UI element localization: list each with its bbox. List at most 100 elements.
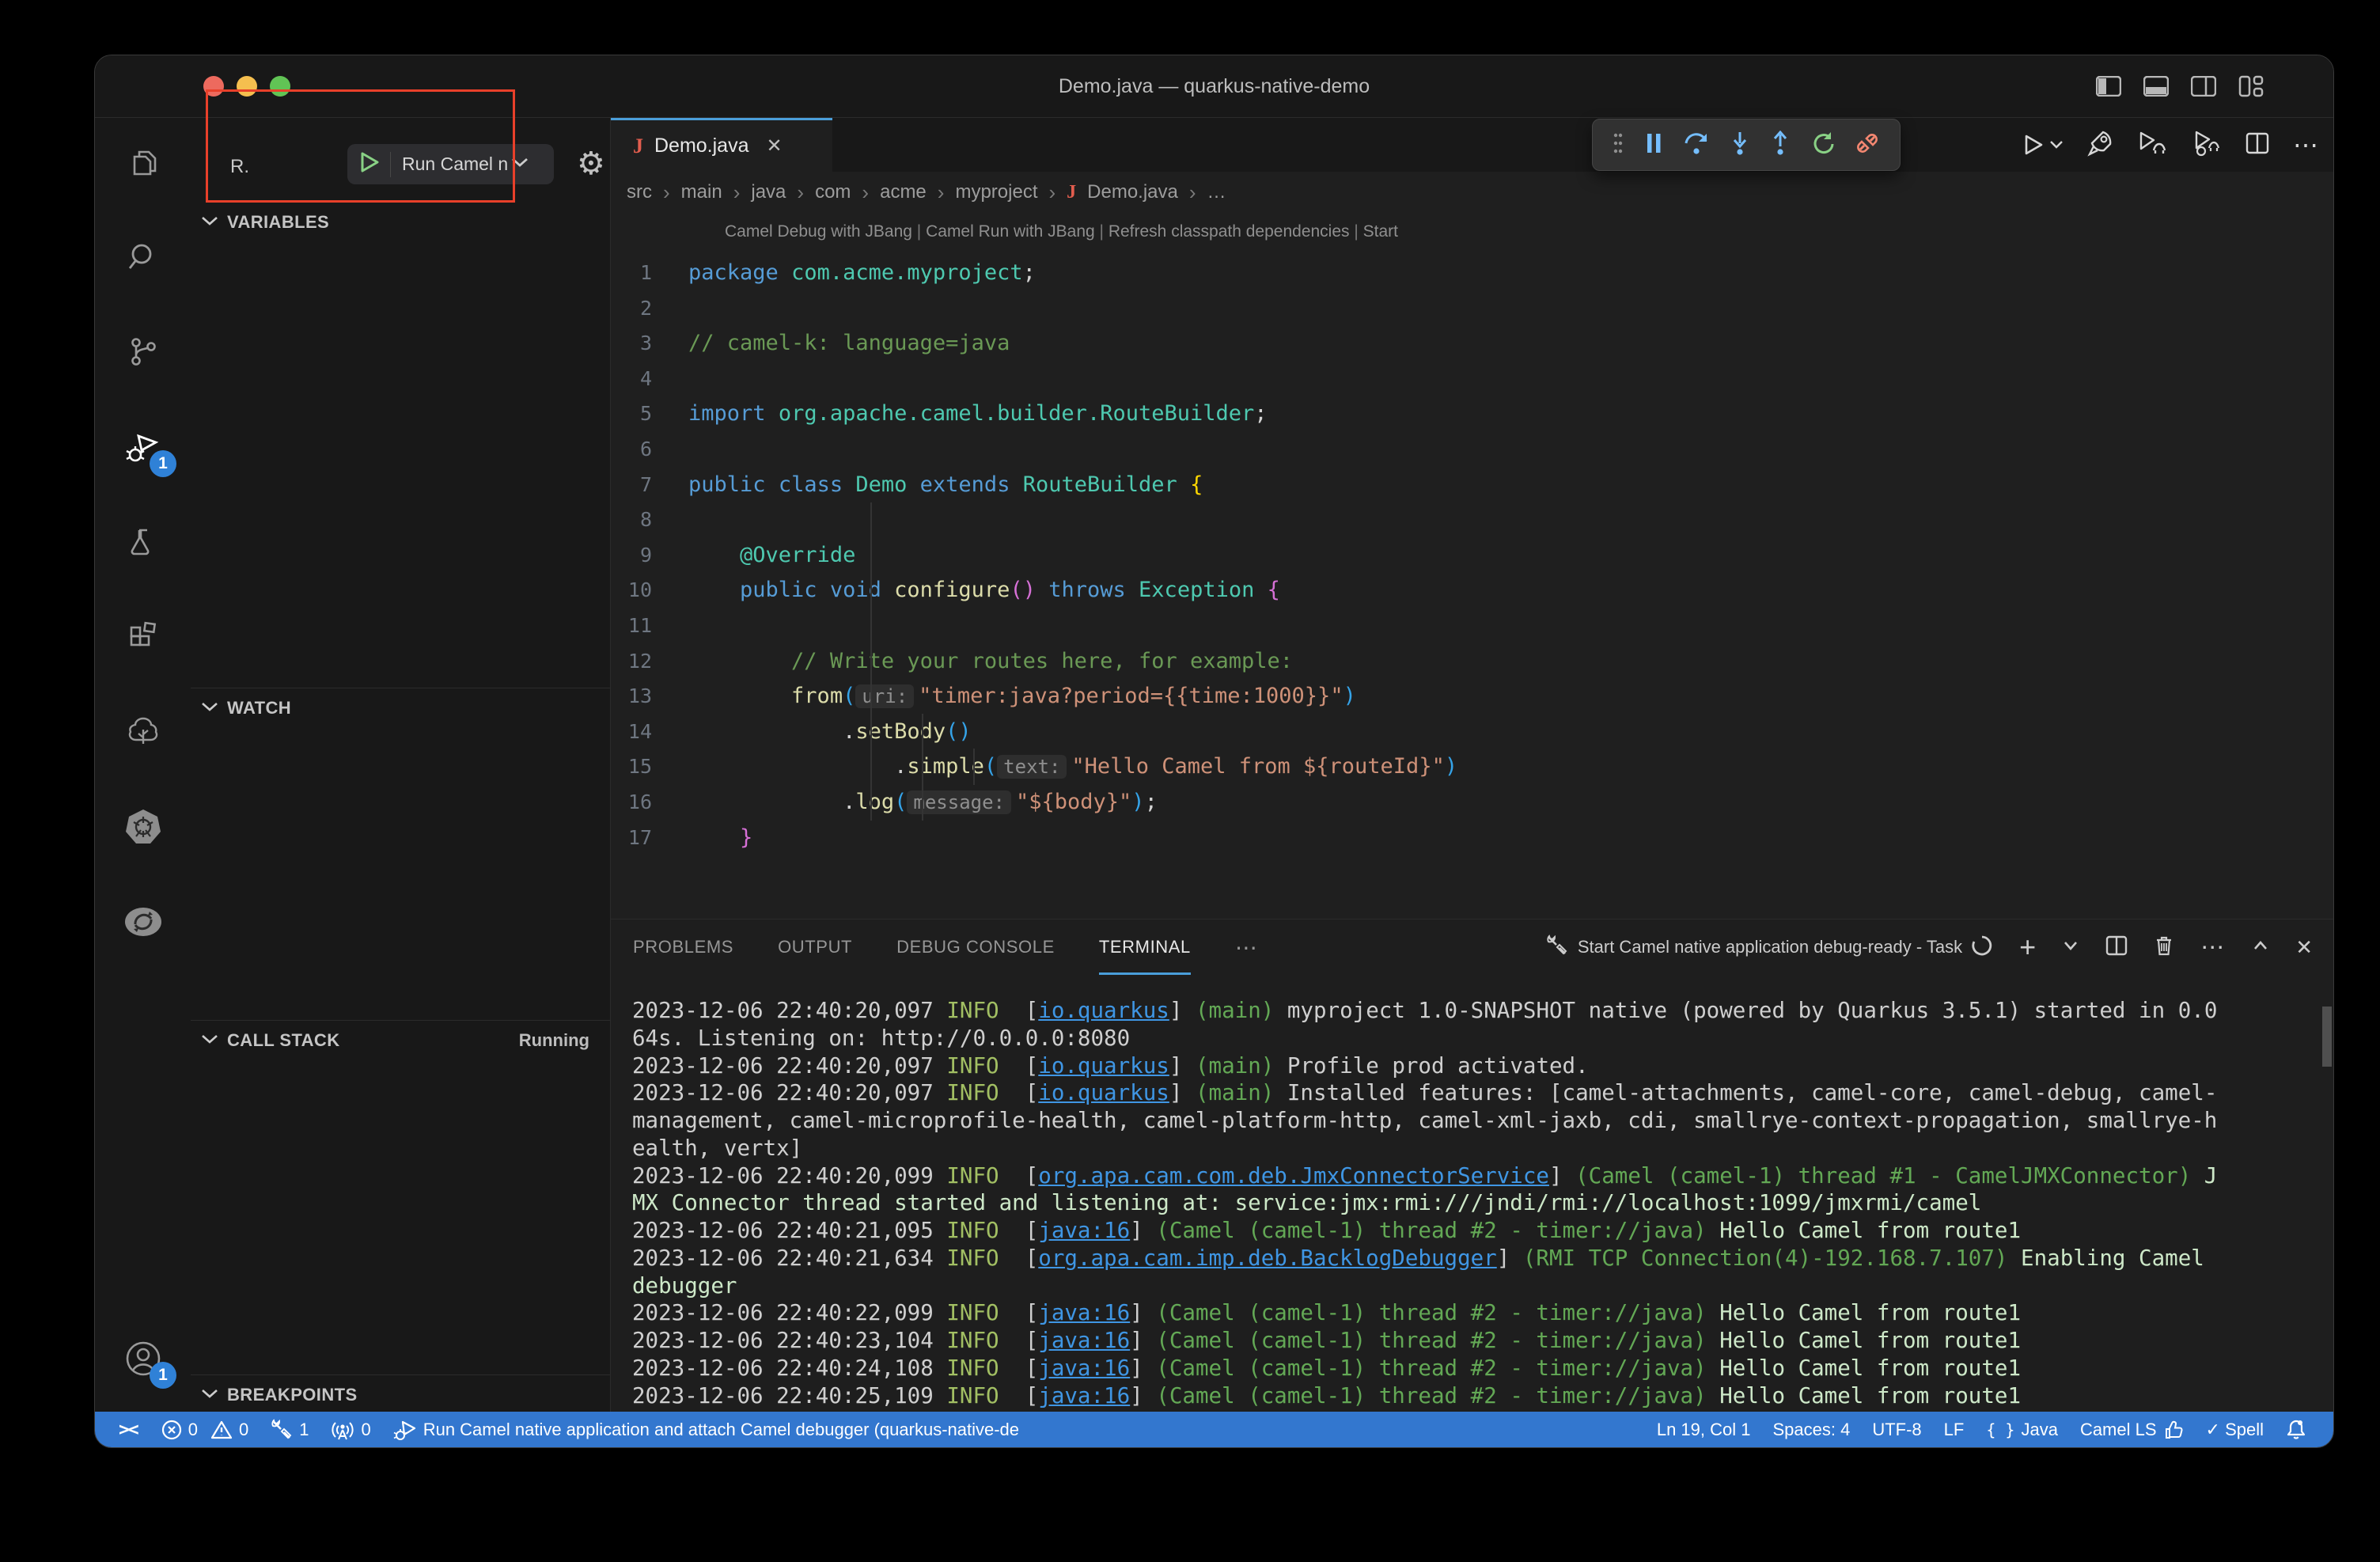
- close-panel-icon[interactable]: ✕: [2295, 935, 2313, 960]
- line-number: 11: [611, 608, 688, 644]
- step-into-icon[interactable]: [1730, 131, 1750, 160]
- encoding-item[interactable]: UTF-8: [1861, 1412, 1932, 1447]
- language-mode-item[interactable]: { } Java: [1975, 1412, 2069, 1447]
- section-call-stack[interactable]: CALL STACK Running: [191, 1022, 610, 1060]
- tab-terminal[interactable]: TERMINAL: [1099, 919, 1191, 975]
- new-terminal-icon[interactable]: +: [2019, 931, 2036, 964]
- ports-status-item[interactable]: 0: [320, 1412, 381, 1447]
- panel-more-actions-icon[interactable]: ⋯: [2200, 934, 2226, 961]
- step-over-icon[interactable]: [1683, 131, 1710, 160]
- panel-more-tabs-icon[interactable]: ⋯: [1235, 919, 1259, 975]
- terminal-dropdown-chevron-icon[interactable]: [2063, 940, 2079, 955]
- breadcrumb-item[interactable]: …: [1207, 181, 1226, 203]
- sidebar-item-project-tree[interactable]: [95, 694, 191, 773]
- step-out-icon[interactable]: [1770, 131, 1791, 160]
- codelens-links[interactable]: Camel Debug with JBang | Camel Run with …: [725, 222, 1398, 241]
- line-number: 14: [611, 715, 688, 750]
- sidebar-item-search[interactable]: [95, 219, 191, 298]
- toolbar-grip-icon[interactable]: [1613, 131, 1624, 159]
- restart-icon[interactable]: [1811, 131, 1835, 159]
- sidebar-item-run-and-debug[interactable]: 1: [95, 409, 191, 488]
- camel-run-icon[interactable]: [2138, 130, 2168, 161]
- tools-icon: [1546, 935, 1568, 961]
- status-bar: >< 0 0 1 0 Run Camel native appl: [95, 1412, 2333, 1447]
- configure-launch-gear-icon[interactable]: ⚙: [577, 142, 605, 186]
- notifications-bell-icon[interactable]: [2275, 1412, 2317, 1447]
- breadcrumb-separator-icon: ›: [797, 180, 804, 205]
- tab-output[interactable]: OUTPUT: [778, 919, 852, 975]
- customize-layout-icon[interactable]: [2238, 75, 2264, 97]
- error-icon: [161, 1420, 182, 1440]
- terminal-line: 2023-12-06 22:40:21,634 INFO [org.apa.ca…: [632, 1245, 2334, 1272]
- toggle-panel-icon[interactable]: [2143, 76, 2169, 97]
- section-watch[interactable]: WATCH: [191, 689, 610, 727]
- split-terminal-icon[interactable]: [2105, 935, 2128, 960]
- section-variables[interactable]: VARIABLES: [191, 203, 610, 241]
- run-java-icon[interactable]: [2022, 133, 2064, 157]
- code-editor[interactable]: 1package com.acme.myproject;23// camel-k…: [611, 256, 2333, 919]
- line-number: 7: [611, 468, 688, 503]
- breadcrumb-separator-icon: ›: [1189, 180, 1196, 205]
- terminal-output[interactable]: 2023-12-06 22:40:20,097 INFO [io.quarkus…: [632, 997, 2334, 1448]
- sidebar-item-accounts[interactable]: 1: [95, 1321, 191, 1400]
- breadcrumb-item[interactable]: java: [751, 181, 786, 203]
- editor-more-actions-icon[interactable]: ⋯: [2293, 130, 2321, 160]
- spell-checker-item[interactable]: ✓ Spell: [2195, 1412, 2275, 1447]
- section-breakpoints[interactable]: BREAKPOINTS: [191, 1376, 610, 1414]
- line-number: 10: [611, 573, 688, 608]
- breadcrumb-item[interactable]: Demo.java: [1087, 181, 1178, 203]
- indentation-item[interactable]: Spaces: 4: [1761, 1412, 1861, 1447]
- sidebar-item-extensions[interactable]: [95, 599, 191, 678]
- close-tab-icon[interactable]: ✕: [767, 135, 783, 157]
- code-line: 1package com.acme.myproject;: [611, 256, 2333, 291]
- terminal-scrollbar[interactable]: [2322, 1007, 2332, 1067]
- toggle-secondary-sidebar-icon[interactable]: [2191, 76, 2216, 97]
- problems-status-item[interactable]: 0 0: [150, 1412, 260, 1447]
- codelens-link[interactable]: Camel Run with JBang: [926, 222, 1095, 241]
- sidebar-item-testing[interactable]: [95, 504, 191, 583]
- breadcrumb-item[interactable]: acme: [880, 181, 927, 203]
- maximize-panel-icon[interactable]: [2253, 940, 2268, 955]
- codelens-link[interactable]: Refresh classpath dependencies: [1109, 222, 1350, 241]
- code-line: 2: [611, 291, 2333, 327]
- terminal-line: 2023-12-06 22:40:20,097 INFO [io.quarkus…: [632, 1079, 2334, 1107]
- breadcrumb[interactable]: src›main›java›com›acme›myproject›JDemo.j…: [627, 172, 1226, 213]
- sidebar-item-explorer[interactable]: [95, 126, 191, 205]
- codelens-link[interactable]: Start: [1363, 222, 1398, 241]
- tab-debug-console[interactable]: DEBUG CONSOLE: [896, 919, 1055, 975]
- section-label: WATCH: [227, 698, 291, 718]
- breadcrumb-item[interactable]: com: [815, 181, 851, 203]
- cursor-position-item[interactable]: Ln 19, Col 1: [1646, 1412, 1762, 1447]
- code-line: 16 .log(message:"${body}");: [611, 785, 2333, 821]
- debug-status-item[interactable]: Run Camel native application and attach …: [382, 1412, 1030, 1447]
- split-editor-icon[interactable]: [2245, 132, 2269, 158]
- breadcrumb-item[interactable]: myproject: [955, 181, 1037, 203]
- debug-alt-icon: [393, 1418, 417, 1442]
- debug-toolbar: [1592, 119, 1901, 171]
- camel-jbang-run-icon[interactable]: [2087, 129, 2114, 161]
- camel-debug-icon[interactable]: [2192, 129, 2222, 161]
- sidebar-item-kubernetes[interactable]: [95, 789, 191, 868]
- breadcrumb-item[interactable]: main: [681, 181, 722, 203]
- pause-icon[interactable]: [1644, 131, 1663, 159]
- terminal-line: management, camel-microprofile-health, c…: [632, 1107, 2334, 1135]
- remote-indicator[interactable]: ><: [106, 1412, 150, 1447]
- terminal-task-item[interactable]: Start Camel native application debug-rea…: [1546, 935, 1992, 961]
- tools-icon: [271, 1419, 293, 1441]
- sidebar-item-source-control[interactable]: [95, 314, 191, 393]
- camel-ls-item[interactable]: Camel LS: [2069, 1412, 2195, 1447]
- code-line: 17 }: [611, 821, 2333, 856]
- toggle-primary-sidebar-icon[interactable]: [2096, 76, 2121, 97]
- tab-demo-java[interactable]: J Demo.java ✕: [611, 118, 832, 172]
- tasks-status-item[interactable]: 1: [260, 1412, 320, 1447]
- tab-problems[interactable]: PROBLEMS: [633, 919, 733, 975]
- chevron-down-icon: [200, 700, 219, 717]
- codelens-link[interactable]: Camel Debug with JBang: [725, 222, 912, 241]
- terminal-line: MX Connector thread started and listenin…: [632, 1189, 2334, 1217]
- sidebar-item-openshift[interactable]: [95, 884, 191, 963]
- eol-item[interactable]: LF: [1933, 1412, 1976, 1447]
- disconnect-icon[interactable]: [1855, 131, 1880, 159]
- kill-terminal-icon[interactable]: [2155, 935, 2173, 961]
- breadcrumb-item[interactable]: src: [627, 181, 652, 203]
- line-number: 15: [611, 749, 688, 785]
